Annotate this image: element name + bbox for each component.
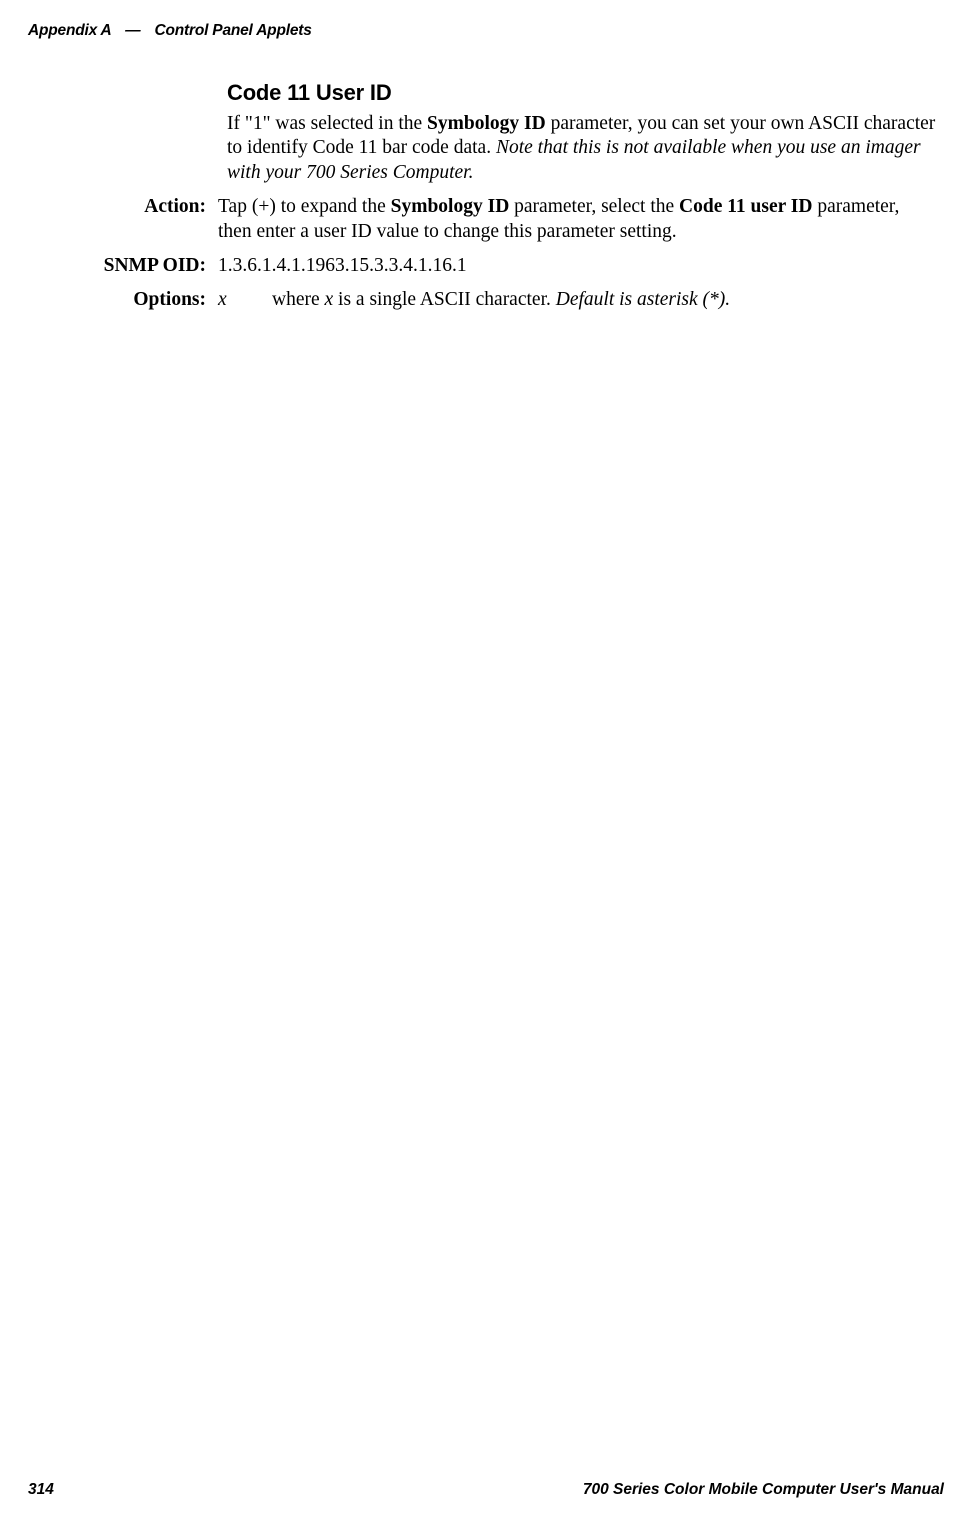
options-row: Options: x where x is a single ASCII cha… [0,288,972,312]
options-x-var: x [218,288,272,312]
options-label: Options: [0,288,218,312]
action-row: Action: Tap (+) to expand the Symbology … [0,195,972,244]
content-area: Code 11 User ID If "1" was selected in t… [0,80,972,323]
options-mid: is a single ASCII character. [333,289,556,310]
page-header: Appendix A — Control Panel Applets [28,22,312,40]
snmp-row: SNMP OID: 1.3.6.1.4.1.1963.15.3.3.4.1.16… [0,254,972,278]
header-title: Control Panel Applets [155,22,312,39]
action-value: Tap (+) to expand the Symbology ID param… [218,195,972,244]
options-text: where x is a single ASCII character. Def… [272,288,937,312]
action-prefix: Tap (+) to expand the [218,196,391,217]
options-italic-default: Default is asterisk (*). [556,289,730,310]
snmp-value: 1.3.6.1.4.1.1963.15.3.3.4.1.16.1 [218,254,972,278]
intro-bold-symbology: Symbology ID [427,113,546,134]
appendix-label: Appendix A [28,22,111,39]
manual-title: 700 Series Color Mobile Computer User's … [583,1481,944,1499]
action-bold-symbology: Symbology ID [391,196,510,217]
page-number: 314 [28,1481,54,1499]
options-value: x where x is a single ASCII character. D… [218,288,972,312]
page-footer: 314 700 Series Color Mobile Computer Use… [28,1481,944,1499]
options-italic-x: x [325,289,334,310]
intro-prefix: If "1" was selected in the [227,113,427,134]
options-prefix: where [272,289,325,310]
section-title: Code 11 User ID [227,80,972,106]
action-bold-code11: Code 11 user ID [679,196,812,217]
action-label: Action: [0,195,218,244]
intro-paragraph: If "1" was selected in the Symbology ID … [227,112,937,185]
action-mid: parameter, select the [509,196,679,217]
snmp-label: SNMP OID: [0,254,218,278]
em-dash: — [125,22,140,39]
